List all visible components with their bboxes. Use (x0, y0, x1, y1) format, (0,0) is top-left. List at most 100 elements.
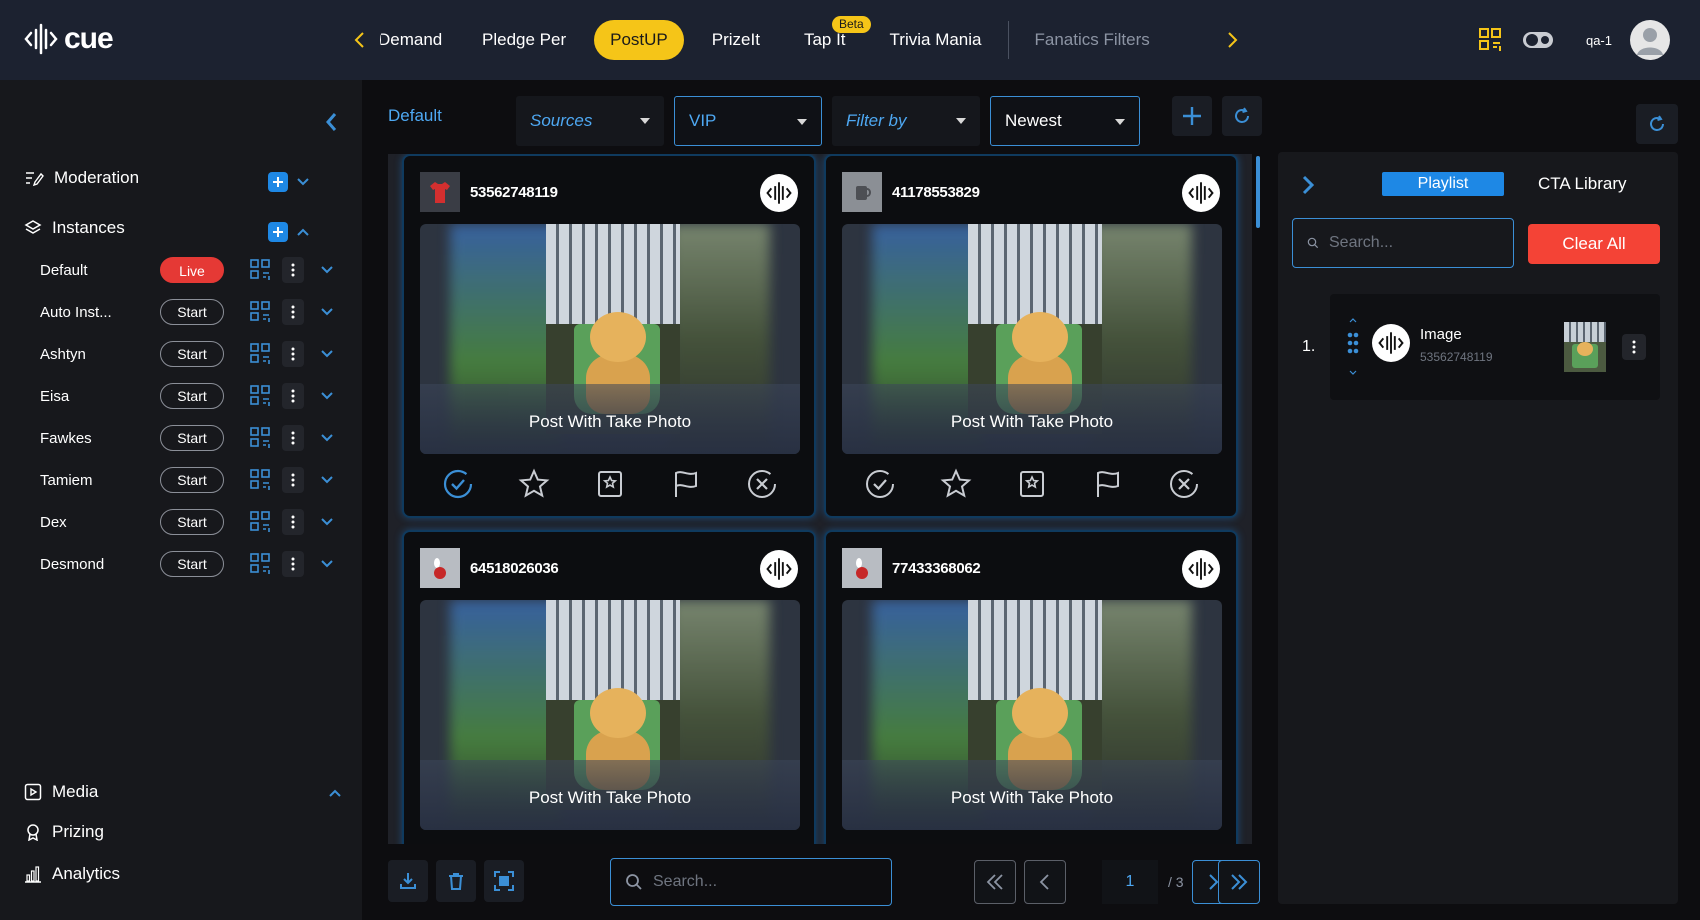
qr-code-icon[interactable] (250, 427, 272, 449)
tab-fanatics-filters[interactable]: Fanatics Filters (1013, 20, 1172, 60)
post-media[interactable]: Post With Take Photo (420, 600, 800, 830)
tab-prizeit[interactable]: PrizeIt (690, 20, 782, 60)
chevron-down-icon[interactable] (320, 473, 334, 487)
select-all-button[interactable] (484, 860, 524, 902)
post-card[interactable]: 41178553829 Post With Take Photo (824, 154, 1238, 518)
cue-badge[interactable] (760, 550, 798, 588)
start-button[interactable]: Start (160, 509, 224, 535)
instance-row[interactable]: Dex Start (0, 501, 362, 543)
refresh-button[interactable] (1222, 96, 1262, 136)
cue-badge[interactable] (1182, 174, 1220, 212)
sidebar-prizing[interactable]: Prizing (24, 822, 104, 842)
start-button[interactable]: Start (160, 425, 224, 451)
current-page[interactable]: 1 (1102, 860, 1158, 904)
chevron-up-icon[interactable] (296, 225, 310, 239)
start-button[interactable]: Start (160, 383, 224, 409)
qr-code-icon[interactable] (250, 553, 272, 575)
approve-check-icon[interactable] (442, 468, 474, 500)
sidebar-instances[interactable]: Instances (24, 218, 125, 238)
tab-tap-it[interactable]: Tap It Beta (782, 16, 871, 60)
breadcrumb[interactable]: Default (388, 106, 442, 126)
instance-row[interactable]: Default Live (0, 249, 362, 291)
theme-toggle-icon[interactable] (1522, 30, 1554, 50)
instance-menu-button[interactable] (282, 425, 304, 451)
chevron-down-icon[interactable] (320, 263, 334, 277)
flag-icon[interactable] (670, 468, 702, 500)
start-button[interactable]: Start (160, 299, 224, 325)
post-media[interactable]: Post With Take Photo (420, 224, 800, 454)
approve-check-icon[interactable] (864, 468, 896, 500)
playlist-search[interactable] (1292, 218, 1514, 268)
sort-dropdown[interactable]: Newest (990, 96, 1140, 146)
instance-menu-button[interactable] (282, 551, 304, 577)
qr-code-icon[interactable] (250, 259, 272, 281)
grid-search-input[interactable] (653, 873, 853, 891)
chevron-down-icon[interactable] (320, 389, 334, 403)
clear-all-button[interactable]: Clear All (1528, 224, 1660, 264)
post-media[interactable]: Post With Take Photo (842, 600, 1222, 830)
qr-code-icon[interactable] (250, 385, 272, 407)
instance-menu-button[interactable] (282, 509, 304, 535)
instance-menu-button[interactable] (282, 383, 304, 409)
chevron-down-icon[interactable] (320, 347, 334, 361)
cue-logo[interactable]: cue (24, 22, 114, 56)
sidebar-analytics[interactable]: Analytics (24, 864, 120, 884)
instance-row[interactable]: Eisa Start (0, 375, 362, 417)
instance-row[interactable]: Desmond Start (0, 543, 362, 585)
tab-demand[interactable]: Demand (380, 20, 460, 60)
tab-playlist[interactable]: Playlist (1382, 172, 1504, 196)
tab-cta-library[interactable]: CTA Library (1538, 174, 1627, 194)
instance-menu-button[interactable] (282, 257, 304, 283)
qr-code-icon[interactable] (250, 343, 272, 365)
playlist-item-menu-button[interactable] (1622, 334, 1646, 360)
tab-pledge-per[interactable]: Pledge Per (460, 20, 588, 60)
sources-dropdown[interactable]: Sources (516, 96, 664, 146)
playlist-search-input[interactable] (1329, 234, 1499, 252)
post-card[interactable]: 53562748119 Post With Take Photo (402, 154, 816, 518)
post-card[interactable]: 77433368062 Post With Take Photo (824, 530, 1238, 844)
download-button[interactable] (388, 860, 428, 902)
add-moderation-button[interactable] (268, 172, 288, 192)
live-badge[interactable]: Live (160, 257, 224, 283)
cue-badge[interactable] (760, 174, 798, 212)
reject-x-icon[interactable] (1168, 468, 1200, 500)
collapse-sidebar-button[interactable] (322, 110, 342, 134)
instance-row[interactable]: Fawkes Start (0, 417, 362, 459)
delete-button[interactable] (436, 860, 476, 902)
cue-badge[interactable] (1182, 550, 1220, 588)
grid-search[interactable] (610, 858, 892, 906)
qr-code-icon[interactable] (1478, 27, 1504, 53)
last-page-button[interactable] (1218, 860, 1260, 904)
chevron-up-icon[interactable] (328, 786, 342, 800)
instance-menu-button[interactable] (282, 467, 304, 493)
start-button[interactable]: Start (160, 467, 224, 493)
filter-by-dropdown[interactable]: Filter by (832, 96, 980, 146)
drag-handle-icon[interactable] (1346, 316, 1360, 378)
avatar[interactable] (1630, 20, 1670, 60)
expand-panel-button[interactable] (1300, 174, 1316, 196)
bookmark-star-icon[interactable] (1016, 468, 1048, 500)
sidebar-moderation[interactable]: Moderation (24, 168, 139, 188)
instance-menu-button[interactable] (282, 299, 304, 325)
nav-next-button[interactable] (1222, 28, 1242, 52)
flag-icon[interactable] (1092, 468, 1124, 500)
reject-x-icon[interactable] (746, 468, 778, 500)
vip-dropdown[interactable]: VIP (674, 96, 822, 146)
instance-row[interactable]: Ashtyn Start (0, 333, 362, 375)
chevron-down-icon[interactable] (320, 557, 334, 571)
chevron-down-icon[interactable] (320, 431, 334, 445)
post-media[interactable]: Post With Take Photo (842, 224, 1222, 454)
tab-postup[interactable]: PostUP (594, 20, 684, 60)
chevron-down-icon[interactable] (296, 175, 310, 189)
add-instance-button[interactable] (268, 222, 288, 242)
sidebar-media[interactable]: Media (24, 782, 98, 802)
chevron-down-icon[interactable] (320, 305, 334, 319)
star-icon[interactable] (518, 468, 550, 500)
playlist-refresh-button[interactable] (1636, 104, 1678, 144)
qr-code-icon[interactable] (250, 469, 272, 491)
first-page-button[interactable] (974, 860, 1016, 904)
qr-code-icon[interactable] (250, 301, 272, 323)
tab-trivia-mania[interactable]: Trivia Mania (868, 20, 1004, 60)
prev-page-button[interactable] (1024, 860, 1066, 904)
grid-scrollbar[interactable] (1256, 156, 1260, 228)
